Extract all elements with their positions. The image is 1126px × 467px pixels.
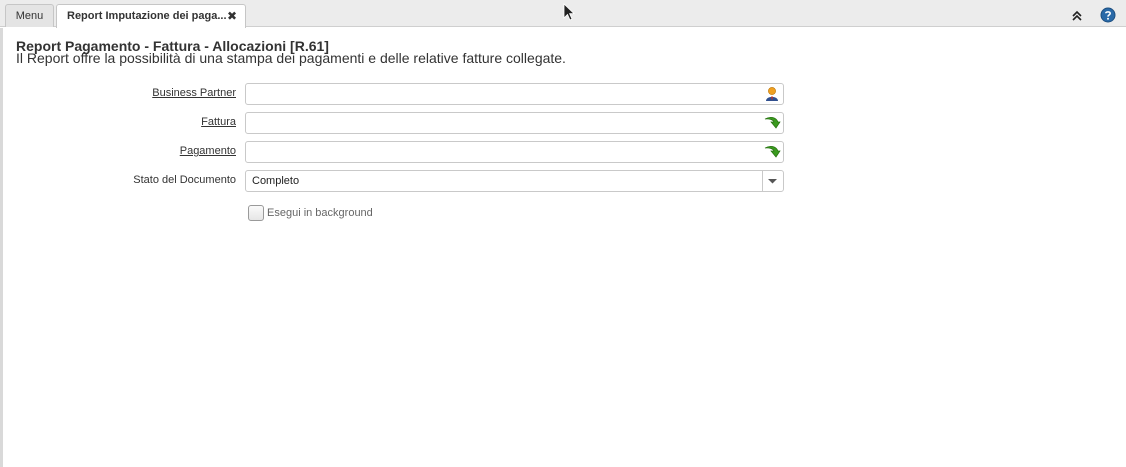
- tab-report-label: Report Imputazione dei paga...: [67, 10, 227, 22]
- mouse-cursor-icon: [563, 3, 575, 21]
- pagamento-field[interactable]: [245, 141, 784, 163]
- business-partner-input[interactable]: [246, 84, 756, 104]
- page-description: Il Report offre la possibilità di una st…: [16, 50, 566, 66]
- stato-documento-label: Stato del Documento: [133, 174, 236, 186]
- pagamento-label[interactable]: Pagamento: [180, 145, 236, 157]
- fattura-input[interactable]: [246, 113, 756, 133]
- business-partner-field[interactable]: [245, 83, 784, 105]
- left-panel-edge: [0, 28, 3, 467]
- fattura-label[interactable]: Fattura: [201, 116, 236, 128]
- business-partner-label[interactable]: Business Partner: [152, 87, 236, 99]
- help-icon[interactable]: [1100, 7, 1116, 23]
- close-icon[interactable]: ✖: [227, 5, 237, 27]
- background-checkbox[interactable]: [248, 205, 264, 221]
- stato-documento-value: Completo: [252, 175, 300, 187]
- tab-menu[interactable]: Menu: [5, 4, 54, 27]
- green-arrow-icon[interactable]: [762, 143, 782, 161]
- stato-documento-select[interactable]: Completo: [245, 170, 784, 192]
- person-icon[interactable]: [762, 85, 782, 103]
- tab-report-active[interactable]: Report Imputazione dei paga... ✖: [56, 4, 246, 28]
- green-arrow-icon[interactable]: [762, 114, 782, 132]
- double-chevron-up-icon[interactable]: [1069, 7, 1085, 23]
- pagamento-input[interactable]: [246, 142, 756, 162]
- fattura-field[interactable]: [245, 112, 784, 134]
- background-checkbox-label[interactable]: Esegui in background: [267, 207, 373, 219]
- chevron-down-icon[interactable]: [763, 171, 782, 191]
